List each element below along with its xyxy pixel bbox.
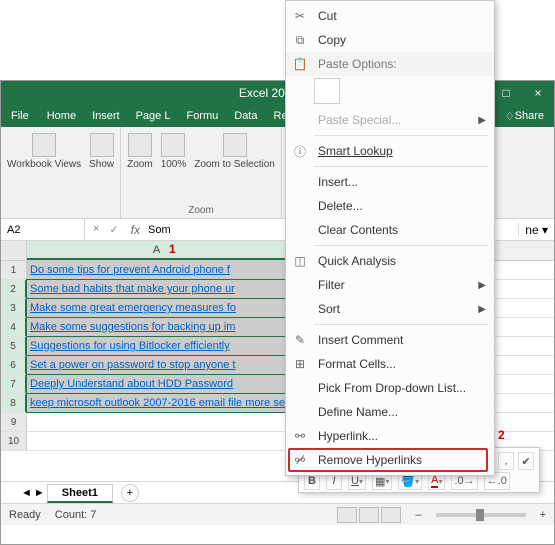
cut-icon: ✂ [290, 7, 310, 25]
row-header[interactable]: 10 [1, 432, 27, 450]
enter-formula-icon[interactable]: ✓ [109, 223, 118, 236]
remove-hyperlink-icon: ⚯̸ [290, 451, 310, 469]
sheet-nav-prev-icon[interactable]: ◄ [21, 487, 32, 499]
workbook-views-icon [32, 133, 56, 157]
tab-formulas[interactable]: Formu [178, 105, 226, 127]
ctx-sort[interactable]: Sort▶ [286, 297, 494, 321]
tab-home[interactable]: Home [39, 105, 84, 127]
ctx-remove-hyperlinks[interactable]: ⚯̸Remove Hyperlinks [286, 448, 494, 472]
format-cells-icon: ⊞ [290, 355, 310, 373]
copy-icon: ⧉ [290, 31, 310, 49]
tab-insert[interactable]: Insert [84, 105, 128, 127]
row-header[interactable]: 9 [1, 413, 27, 431]
page-break-view-button[interactable] [381, 507, 401, 523]
zoom-100-icon [161, 133, 185, 157]
view-buttons [337, 507, 401, 523]
cell[interactable] [27, 413, 287, 431]
status-bar: Ready Count: 7 – + [1, 503, 554, 525]
share-button[interactable]: ♢ Share [497, 105, 554, 127]
close-button[interactable]: × [522, 86, 554, 100]
new-sheet-button[interactable]: + [121, 484, 139, 502]
annotation-1: 1 [169, 242, 176, 256]
row-header[interactable]: 8 [1, 394, 27, 412]
ctx-copy[interactable]: ⧉Copy [286, 28, 494, 52]
name-dropdown[interactable]: ne ▾ [518, 223, 554, 237]
ctx-paste-options-header: 📋Paste Options: [286, 52, 494, 76]
ctx-filter[interactable]: Filter▶ [286, 273, 494, 297]
paste-option-button[interactable] [314, 78, 340, 104]
tab-data[interactable]: Data [226, 105, 265, 127]
col-header-a[interactable]: 1 A [27, 241, 287, 260]
ctx-delete[interactable]: Delete... [286, 194, 494, 218]
zoom-icon [128, 133, 152, 157]
comment-icon: ✎ [290, 331, 310, 349]
cell[interactable]: Some bad habits that make your phone ur [27, 280, 287, 298]
annotation-2: 2 [498, 428, 505, 442]
zoom-100-button[interactable]: 100% [161, 131, 187, 170]
zoom-slider[interactable] [436, 513, 526, 517]
ctx-paste-special[interactable]: Paste Special...▶ [286, 108, 494, 132]
cell[interactable]: Do some tips for prevent Android phone f [27, 261, 287, 279]
select-all-corner[interactable] [1, 241, 27, 260]
show-button[interactable]: Show [89, 131, 114, 170]
ribbon-group-zoom: Zoom [188, 203, 214, 216]
hyperlink-icon: ⚯ [290, 427, 310, 445]
context-menu: ✂Cut ⧉Copy 📋Paste Options: Paste Special… [285, 0, 495, 476]
paste-icon: 📋 [290, 55, 310, 73]
zoom-out-button[interactable]: – [415, 509, 421, 521]
name-box[interactable]: A2 [1, 219, 85, 240]
ctx-pick-from-list[interactable]: Pick From Drop-down List... [286, 376, 494, 400]
show-icon [90, 133, 114, 157]
cell[interactable] [27, 432, 287, 450]
zoom-selection-icon [223, 133, 247, 157]
tab-file[interactable]: File [1, 105, 39, 127]
row-header[interactable]: 2 [1, 280, 27, 298]
tab-page-layout[interactable]: Page L [128, 105, 179, 127]
cell[interactable]: keep microsoft outlook 2007-2016 email f… [27, 394, 287, 412]
sheet-tab-sheet1[interactable]: Sheet1 [47, 484, 113, 503]
page-layout-view-button[interactable] [359, 507, 379, 523]
comma-style-button[interactable]: , [498, 452, 514, 470]
row-header[interactable]: 1 [1, 261, 27, 279]
ctx-insert[interactable]: Insert... [286, 170, 494, 194]
row-header[interactable]: 6 [1, 356, 27, 374]
format-painter-button[interactable]: ✔ [518, 452, 534, 470]
cell[interactable]: Set a power on password to stop anyone t [27, 356, 287, 374]
cell[interactable]: Deeply Understand about HDD Password [27, 375, 287, 393]
ctx-format-cells[interactable]: ⊞Format Cells... [286, 352, 494, 376]
cell[interactable]: Make some suggestions for backing up im [27, 318, 287, 336]
workbook-views-button[interactable]: Workbook Views [7, 131, 81, 170]
normal-view-button[interactable] [337, 507, 357, 523]
cell[interactable]: Make some great emergency measures fo [27, 299, 287, 317]
row-header[interactable]: 5 [1, 337, 27, 355]
zoom-button[interactable]: Zoom [127, 131, 153, 170]
fx-icon[interactable]: fx [127, 223, 144, 237]
ctx-insert-comment[interactable]: ✎Insert Comment [286, 328, 494, 352]
ctx-smart-lookup[interactable]: ⓘSmart Lookup [286, 139, 494, 163]
status-count: Count: 7 [55, 509, 97, 521]
row-header[interactable]: 4 [1, 318, 27, 336]
smart-lookup-icon: ⓘ [290, 142, 310, 160]
ctx-clear-contents[interactable]: Clear Contents [286, 218, 494, 242]
cell[interactable]: Suggestions for using Bitlocker efficien… [27, 337, 287, 355]
ctx-define-name[interactable]: Define Name... [286, 400, 494, 424]
ctx-quick-analysis[interactable]: ◫Quick Analysis [286, 249, 494, 273]
quick-analysis-icon: ◫ [290, 252, 310, 270]
cancel-formula-icon[interactable]: × [93, 223, 99, 236]
status-ready: Ready [9, 509, 41, 521]
sheet-nav-next-icon[interactable]: ► [34, 487, 45, 499]
zoom-in-button[interactable]: + [540, 509, 546, 521]
row-header[interactable]: 3 [1, 299, 27, 317]
ctx-hyperlink[interactable]: ⚯Hyperlink... [286, 424, 494, 448]
zoom-selection-button[interactable]: Zoom to Selection [194, 131, 275, 170]
row-header[interactable]: 7 [1, 375, 27, 393]
ctx-cut[interactable]: ✂Cut [286, 4, 494, 28]
